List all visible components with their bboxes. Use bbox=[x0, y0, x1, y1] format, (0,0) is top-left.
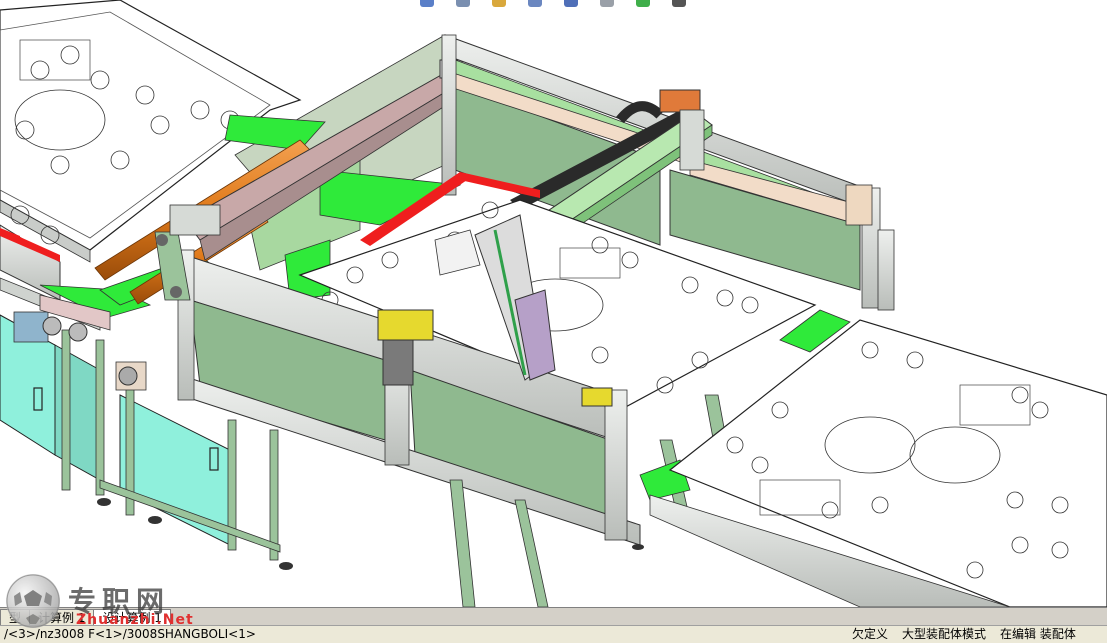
view-toolbar-fragment bbox=[420, 0, 780, 8]
tab-study-1[interactable]: 计算例 1 bbox=[29, 609, 95, 626]
status-path: /<3>/nz3008 F<1>/3008SHANGBOLI<1> bbox=[4, 627, 256, 641]
status-definition: 欠定义 bbox=[852, 627, 889, 641]
right-glass-board bbox=[649, 319, 1107, 607]
toolbar-icon-2[interactable] bbox=[456, 0, 470, 7]
toolbar-icon-8[interactable] bbox=[672, 0, 686, 7]
toolbar-icon-3[interactable] bbox=[492, 0, 506, 7]
status-editing: 在编辑 装配体 bbox=[1000, 627, 1076, 641]
cad-viewport[interactable] bbox=[0, 0, 1107, 607]
status-large-assembly-mode: 大型装配体模式 bbox=[902, 627, 987, 641]
tab-model[interactable]: 型 bbox=[0, 609, 31, 626]
toolbar-icon-1[interactable] bbox=[420, 0, 434, 7]
document-tabs: 型 计算例 1 设计算例 1 bbox=[0, 607, 1107, 626]
toolbar-icon-7[interactable] bbox=[636, 0, 650, 7]
assembly-model[interactable] bbox=[0, 0, 1107, 607]
toolbar-icon-6[interactable] bbox=[600, 0, 614, 7]
toolbar-icon-5[interactable] bbox=[564, 0, 578, 7]
status-right: 欠定义 大型装配体模式 在编辑 装配体 bbox=[852, 626, 1076, 643]
toolbar-icon-4[interactable] bbox=[528, 0, 542, 7]
status-bar: /<3>/nz3008 F<1>/3008SHANGBOLI<1> 欠定义 大型… bbox=[0, 625, 1107, 643]
tab-design-study-1[interactable]: 设计算例 1 bbox=[93, 609, 171, 626]
